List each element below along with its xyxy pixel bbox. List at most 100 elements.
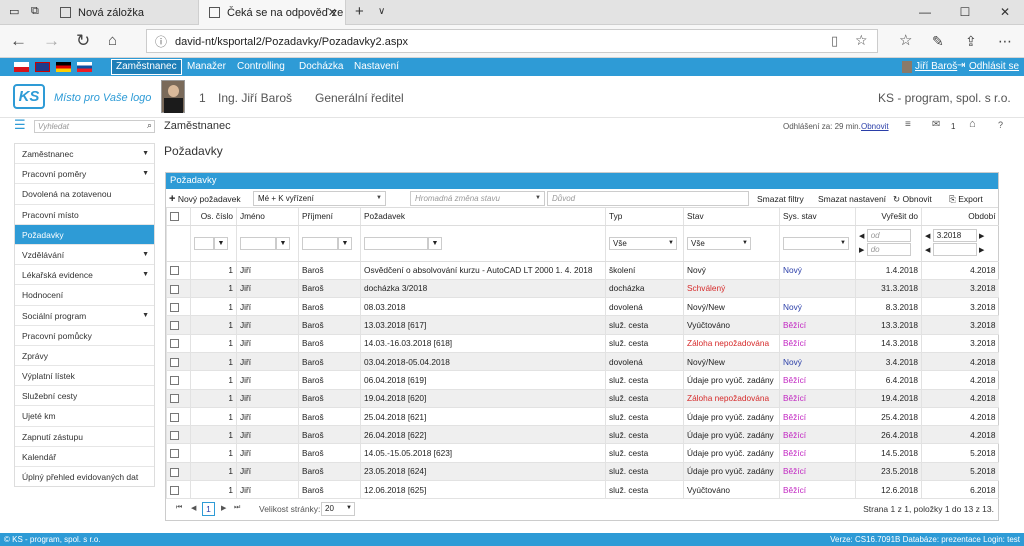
table-row[interactable]: 1 Jiří Baroš 25.04.2018 [621] služ. cesta Úda… <box>166 407 999 427</box>
table-row[interactable]: 1 Jiří Baroš 12.06.2018 [625] služ. cesta Vyú… <box>166 480 999 500</box>
nav-controlling[interactable]: Controlling <box>237 58 285 76</box>
filter-sys-select[interactable]: ▼ <box>783 236 849 250</box>
sidebar-item-pracovni-pomery[interactable]: Pracovní poměry ▼ <box>15 164 154 185</box>
minimize-icon[interactable]: — <box>910 0 940 25</box>
refresh-button[interactable]: ↻ Obnovit <box>893 190 932 208</box>
sidebar-item-pracovni-misto[interactable]: Pracovní místo <box>15 205 154 225</box>
search-icon[interactable]: ⌕ <box>147 120 152 131</box>
table-row[interactable]: 1 Jiří Baroš Osvědčení o absolvování kurzu … <box>166 261 999 280</box>
table-row[interactable]: 1 Jiří Baroš 14.05.-15.05.2018 [623] služ. c… <box>166 443 999 463</box>
pen-icon[interactable]: ✎ <box>932 32 944 50</box>
row-checkbox[interactable] <box>170 485 179 495</box>
back-tabs-icon[interactable]: ⧉ <box>31 5 39 18</box>
sidebar-item-pracovni-pomucky[interactable]: Pracovní pomůcky <box>15 326 154 346</box>
sidebar-item-ujete-km[interactable]: Ujeté km <box>15 406 154 427</box>
col-typ[interactable]: Typ <box>605 208 684 226</box>
nav-manazer[interactable]: Manažer <box>187 58 226 76</box>
table-row[interactable]: 1 Jiří Baroš 03.04.2018-05.04.2018 dovolená N… <box>166 352 999 372</box>
clear-filters-button[interactable]: Smazat filtry <box>757 190 804 208</box>
filter-input[interactable] <box>302 236 338 250</box>
tab-actions-icon[interactable]: ▭ <box>9 5 19 18</box>
last-page-icon[interactable]: ⏭ <box>234 504 240 512</box>
next-icon[interactable]: ▶ <box>979 233 984 240</box>
filter-stav-select[interactable]: Vše ▼ <box>687 236 751 250</box>
filter-input[interactable] <box>194 236 214 250</box>
flag-cz-icon[interactable] <box>14 62 29 72</box>
star-icon[interactable]: ☆ <box>855 32 868 49</box>
sidebar-item-kalendar[interactable]: Kalendář <box>15 447 154 467</box>
more-icon[interactable]: ⋯ <box>998 32 1012 50</box>
row-checkbox[interactable] <box>170 412 179 422</box>
row-checkbox[interactable] <box>170 339 179 349</box>
table-row[interactable]: 1 Jiří Baroš 06.04.2018 [619] služ. cesta Úda… <box>166 370 999 390</box>
search-input[interactable]: Vyhledat ⌕ <box>34 120 155 133</box>
user-link[interactable]: Jiří Baroš <box>915 58 957 76</box>
col-jmeno[interactable]: Jméno <box>236 208 299 226</box>
row-checkbox[interactable] <box>170 321 179 331</box>
clear-settings-button[interactable]: Smazat nastavení <box>818 190 886 208</box>
col-stav[interactable]: Stav <box>683 208 780 226</box>
export-button[interactable]: ⎘ Export <box>949 190 983 208</box>
row-checkbox[interactable] <box>170 394 179 404</box>
sidebar-item-socialni-program[interactable]: Sociální program ▼ <box>15 306 154 326</box>
forward-icon[interactable]: → <box>43 32 60 50</box>
tab-new-tab[interactable]: Nová záložka <box>50 0 198 25</box>
col-vyresit-do[interactable]: Vyřešit do <box>855 208 922 226</box>
list-icon[interactable]: ≡ <box>905 119 911 130</box>
sidebar-item-uplny-prehled[interactable]: Úplný přehled evidovaných dat <box>15 467 154 487</box>
filter-icon[interactable]: ▼ <box>276 236 290 250</box>
help-icon[interactable]: ? <box>998 120 1003 130</box>
chevron-down-icon[interactable]: ∨ <box>378 6 385 17</box>
filter-typ-select[interactable]: Vše ▼ <box>609 236 677 250</box>
select-all-checkbox[interactable] <box>170 212 179 222</box>
flag-de-icon[interactable] <box>56 62 71 72</box>
col-obdobi[interactable]: Období <box>921 208 999 226</box>
table-row[interactable]: 1 Jiří Baroš 08.03.2018 dovolená Nový/New Nový… <box>166 297 999 317</box>
row-checkbox[interactable] <box>170 284 179 294</box>
mass-change-select[interactable]: Hromadná změna stavu ▼ <box>410 191 545 206</box>
sidebar-item-zamestnanec[interactable]: Zaměstnanec ▼ <box>15 144 154 165</box>
mail-icon[interactable]: ✉ <box>932 119 940 130</box>
flag-uk-icon[interactable] <box>35 62 50 72</box>
first-page-icon[interactable]: ⏮ <box>176 504 182 512</box>
nav-dochazka[interactable]: Docházka <box>299 58 343 76</box>
next-page-icon[interactable]: ▶ <box>221 504 226 512</box>
sidebar-item-hodnoceni[interactable]: Hodnocení <box>15 285 154 306</box>
row-checkbox[interactable] <box>170 430 179 440</box>
sidebar-item-sluzebni-cesty[interactable]: Služební cesty <box>15 386 154 407</box>
table-row[interactable]: 1 Jiří Baroš 23.05.2018 [624] služ. cesta Úda… <box>166 462 999 482</box>
filter-icon[interactable]: ▼ <box>338 236 352 250</box>
table-row[interactable]: 1 Jiří Baroš 26.04.2018 [622] služ. cesta Úda… <box>166 425 999 445</box>
new-tab-icon[interactable]: + <box>355 3 364 20</box>
col-os-cislo[interactable]: Os. číslo <box>190 208 237 226</box>
flag-sk-icon[interactable] <box>77 62 92 72</box>
reading-view-icon[interactable]: ▯ <box>831 33 838 49</box>
sidebar-item-zpravy[interactable]: Zprávy <box>15 346 154 367</box>
prev-icon[interactable]: ◀ <box>925 233 930 240</box>
sidebar-item-dovolena[interactable]: Dovolená na zotavenou <box>15 184 154 205</box>
sidebar-item-zapnuti-zastupu[interactable]: Zapnutí zástupu <box>15 427 154 447</box>
page-1-button[interactable]: 1 <box>202 502 215 516</box>
next-icon[interactable]: ▶ <box>979 247 984 254</box>
home-icon[interactable]: ⌂ <box>108 32 117 50</box>
close-icon[interactable]: ✕ <box>328 6 337 19</box>
date-from-input[interactable]: od <box>866 229 911 243</box>
page-size-select[interactable]: 20 ▼ <box>321 502 355 516</box>
filter-icon[interactable]: ▼ <box>214 236 228 250</box>
maximize-icon[interactable]: ☐ <box>950 0 980 25</box>
back-icon[interactable]: ← <box>10 32 27 50</box>
tab-active[interactable]: Čeká se na odpověď ze ✕ <box>198 0 346 25</box>
url-field[interactable]: ⓘ david-nt/ksportal2/Pozadavky/Pozadavky… <box>146 29 878 53</box>
col-prijmeni[interactable]: Příjmení <box>298 208 361 226</box>
sidebar-item-pozadavky[interactable]: Požadavky <box>15 224 154 245</box>
sidebar-item-lekarska-evidence[interactable]: Lékařská evidence ▼ <box>15 265 154 286</box>
table-row[interactable]: 1 Jiří Baroš 13.03.2018 [617] služ. cesta Vyú… <box>166 315 999 335</box>
row-checkbox[interactable] <box>170 302 179 312</box>
table-row[interactable]: 1 Jiří Baroš 19.04.2018 [620] služ. cesta Zál… <box>166 389 999 408</box>
period-to-input[interactable] <box>932 243 977 257</box>
prev-icon[interactable]: ◀ <box>859 233 864 240</box>
prev-icon[interactable]: ◀ <box>925 247 930 254</box>
menu-list-icon[interactable]: ☰ <box>14 117 26 133</box>
row-checkbox[interactable] <box>170 357 179 367</box>
col-pozadavek[interactable]: Požadavek <box>360 208 606 226</box>
